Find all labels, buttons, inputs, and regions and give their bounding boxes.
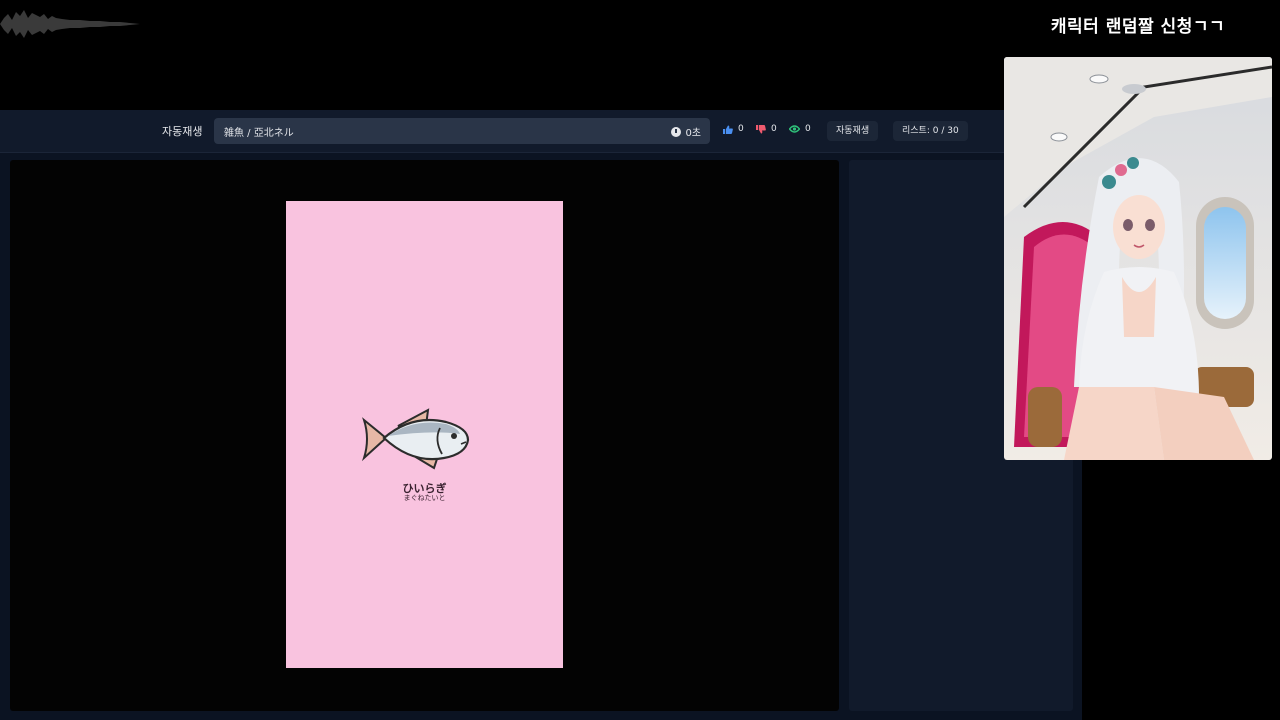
media-viewer[interactable]: ひいらぎ まぐねたいと [10, 160, 839, 711]
list-status-button[interactable]: 리스트: 0 / 30 [893, 121, 968, 141]
player-toolbar: 자동재생 雑魚 / 亞北ネル 0초 0 0 0 자동재생 리스트: 0 / 30 [0, 110, 1082, 153]
like-count: 0 [738, 124, 744, 134]
elapsed-time: 0초 [671, 124, 701, 139]
dislike-count: 0 [771, 124, 777, 134]
audio-waveform [0, 10, 140, 38]
fish-reading: まぐねたいと [403, 494, 446, 502]
eye-icon [789, 125, 800, 133]
player-app: 자동재생 雑魚 / 亞北ネル 0초 0 0 0 자동재생 리스트: 0 / 30… [0, 110, 1082, 720]
track-title: 雑魚 / 亞北ネル [224, 128, 294, 139]
character-image [1004, 57, 1272, 460]
thumbs-up-icon [723, 125, 733, 134]
autoplay-label: 자동재생 [162, 125, 203, 138]
dislike-stat[interactable]: 0 [756, 124, 777, 134]
views-count: 0 [805, 124, 811, 134]
character-illustration [1004, 57, 1272, 460]
like-stat[interactable]: 0 [723, 124, 744, 134]
track-bar[interactable]: 雑魚 / 亞北ネル 0초 [214, 118, 710, 144]
fish-poster: ひいらぎ まぐねたいと [286, 201, 563, 668]
stream-stage: 캐릭터 랜덤짤 신청ㄱㄱ 자동재생 雑魚 / 亞北ネル 0초 0 0 0 자동재… [0, 0, 1280, 720]
views-stat: 0 [789, 124, 811, 134]
thumbs-down-icon [756, 124, 766, 133]
autoplay-button[interactable]: 자동재생 [827, 121, 879, 141]
elapsed-value: 0초 [685, 128, 701, 139]
clock-icon [671, 126, 682, 137]
fish-illustration [362, 408, 470, 470]
overlay-title: 캐릭터 랜덤짤 신청ㄱㄱ [1050, 17, 1226, 37]
